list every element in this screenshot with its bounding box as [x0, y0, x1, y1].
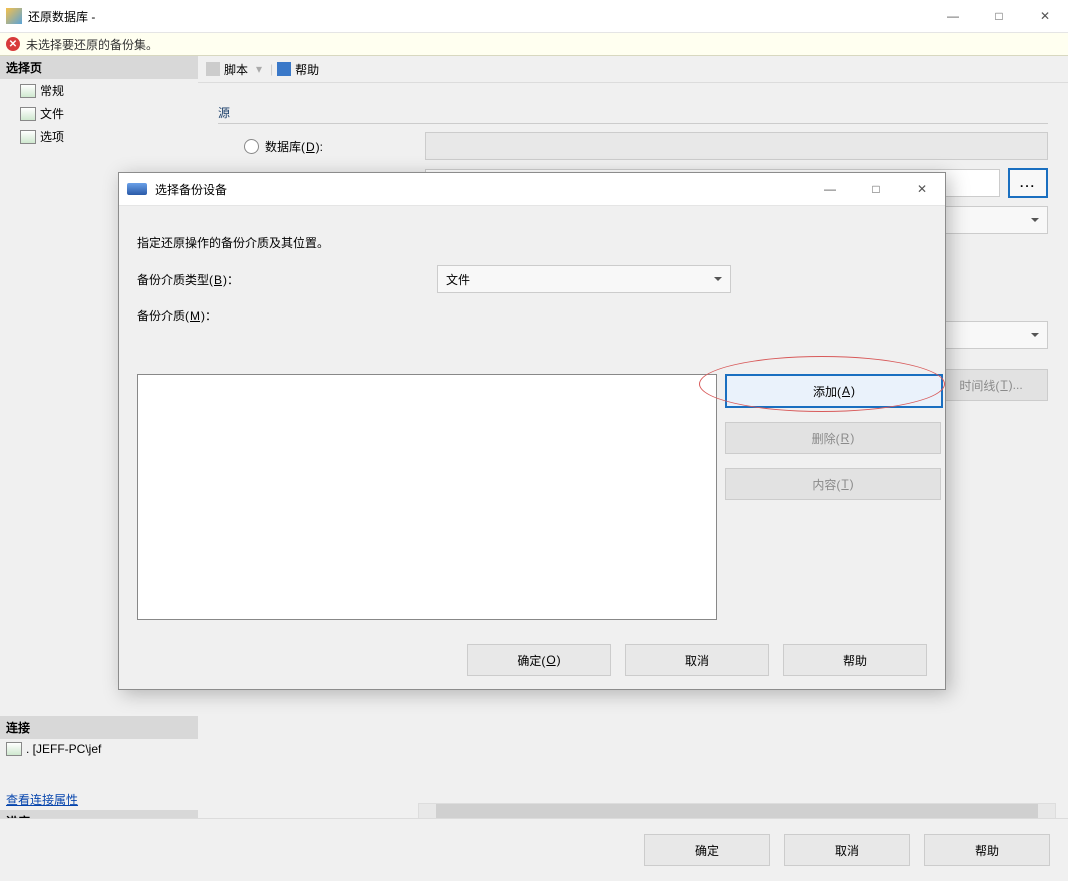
window-title: 还原数据库 - [28, 8, 930, 25]
page-icon [20, 107, 36, 121]
sidebar-conn-header: 连接 [0, 716, 198, 739]
select-backup-device-dialog: 选择备份设备 — □ ✕ 指定还原操作的备份介质及其位置。 备份介质类型(B)：… [118, 172, 946, 690]
error-icon: ✕ [6, 37, 20, 51]
help-button[interactable]: 帮助 [295, 61, 319, 78]
maximize-button[interactable]: □ [976, 0, 1022, 32]
connection-info: . [JEFF-PC\jef [0, 739, 198, 759]
warning-bar: ✕ 未选择要还原的备份集。 [0, 33, 1068, 56]
titlebar: 还原数据库 - — □ ✕ [0, 0, 1068, 33]
close-button[interactable]: ✕ [1022, 0, 1068, 32]
modal-cancel-button[interactable]: 取消 [625, 644, 769, 676]
modal-titlebar: 选择备份设备 — □ ✕ [119, 173, 945, 206]
timeline-button[interactable]: 时间线(T)... [934, 369, 1048, 401]
footer: 确定 取消 帮助 [0, 818, 1068, 881]
sidebar-pages-header: 选择页 [0, 56, 198, 79]
remove-button[interactable]: 删除(R) [725, 422, 941, 454]
contents-button[interactable]: 内容(T) [725, 468, 941, 500]
script-button[interactable]: 脚本 [224, 61, 248, 78]
modal-instruction: 指定还原操作的备份介质及其位置。 [137, 234, 927, 251]
modal-ok-button[interactable]: 确定(O) [467, 644, 611, 676]
media-label: 备份介质(M)： [137, 307, 437, 324]
media-type-dropdown[interactable]: 文件 [437, 265, 731, 293]
help-icon [277, 62, 291, 76]
media-type-label: 备份介质类型(B)： [137, 271, 437, 288]
modal-minimize-button[interactable]: — [807, 173, 853, 205]
page-icon [20, 84, 36, 98]
modal-title: 选择备份设备 [155, 181, 807, 198]
view-connection-link[interactable]: 查看连接属性 [0, 789, 198, 810]
sidebar-item-files[interactable]: 文件 [0, 102, 198, 125]
help-button[interactable]: 帮助 [924, 834, 1050, 866]
script-icon [206, 62, 220, 76]
app-icon [6, 8, 22, 24]
dropdown-icon: ▾ [256, 62, 262, 76]
backup-media-listbox[interactable] [137, 374, 717, 620]
cancel-button[interactable]: 取消 [784, 834, 910, 866]
page-icon [20, 130, 36, 144]
modal-help-button[interactable]: 帮助 [783, 644, 927, 676]
restore-db-window: 还原数据库 - — □ ✕ ✕ 未选择要还原的备份集。 选择页 常规 文件 选项… [0, 0, 1068, 881]
warning-text: 未选择要还原的备份集。 [26, 36, 158, 53]
browse-device-button[interactable]: ... [1008, 168, 1048, 198]
database-radio[interactable] [244, 139, 259, 154]
modal-maximize-button[interactable]: □ [853, 173, 899, 205]
modal-close-button[interactable]: ✕ [899, 173, 945, 205]
device-icon [127, 183, 147, 195]
minimize-button[interactable]: — [930, 0, 976, 32]
source-group-title: 源 [218, 104, 1048, 124]
ok-button[interactable]: 确定 [644, 834, 770, 866]
database-radio-label: 数据库(D): [265, 138, 425, 155]
database-combobox[interactable] [425, 132, 1048, 160]
toolbar: 脚本 ▾ | 帮助 [198, 56, 1068, 83]
sidebar-item-general[interactable]: 常规 [0, 79, 198, 102]
add-button[interactable]: 添加(A) [725, 374, 943, 408]
server-icon [6, 742, 22, 756]
media-type-value: 文件 [446, 271, 470, 288]
sidebar-item-options[interactable]: 选项 [0, 125, 198, 148]
